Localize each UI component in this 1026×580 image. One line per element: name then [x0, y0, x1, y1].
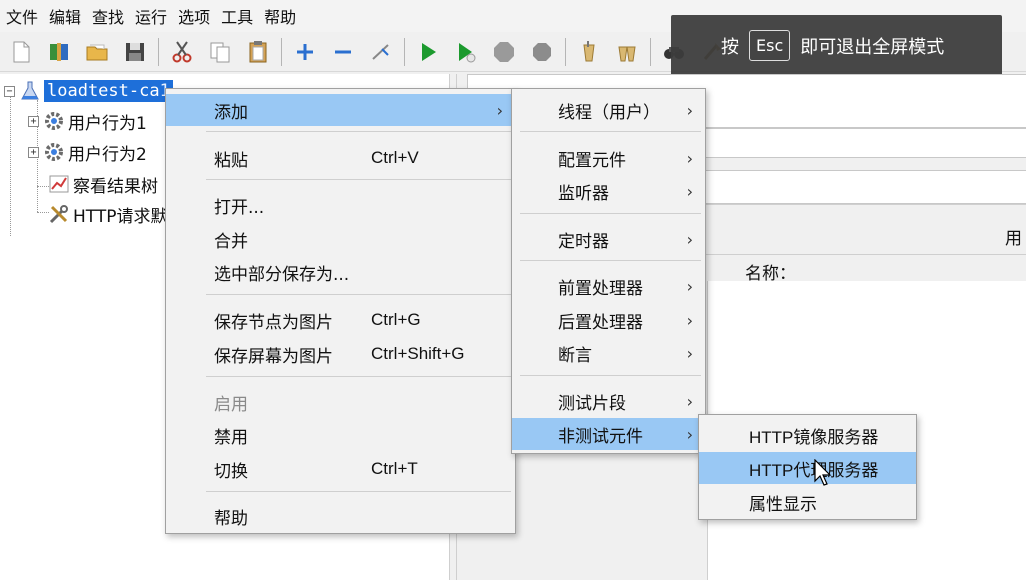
menu-separator: [520, 260, 701, 261]
menu-item-save-node-image[interactable]: 保存节点为图片 Ctrl+G: [166, 304, 515, 336]
esc-key-badge: Esc: [749, 30, 791, 61]
toolbar-separator: [158, 37, 159, 66]
chevron-right-icon: ›: [686, 276, 693, 296]
menu-separator: [206, 131, 511, 132]
menu-tools[interactable]: 工具: [219, 4, 262, 28]
menu-item-non-test-elements[interactable]: 非测试元件 ›: [512, 418, 705, 450]
toolbar-separator: [281, 37, 282, 66]
expand-toggle-icon[interactable]: +: [28, 146, 39, 158]
menu-item-listener[interactable]: 监听器 ›: [512, 175, 705, 207]
menu-separator: [206, 376, 511, 377]
collapse-icon[interactable]: [326, 35, 360, 69]
menu-item-paste[interactable]: 粘贴 Ctrl+V: [166, 142, 515, 174]
expand-toggle-icon[interactable]: +: [28, 115, 39, 127]
chevron-right-icon: ›: [686, 343, 693, 363]
shutdown-icon[interactable]: [525, 35, 559, 69]
tree-node-label: 用户行为1: [68, 113, 147, 134]
menu-item-pre-processor[interactable]: 前置处理器 ›: [512, 270, 705, 302]
start-icon[interactable]: [411, 35, 445, 69]
mouse-cursor-icon: [814, 459, 832, 486]
menu-item-http-proxy-server[interactable]: HTTP代理服务器: [699, 452, 916, 484]
copy-icon[interactable]: [203, 35, 237, 69]
menu-separator: [206, 179, 511, 180]
clear-all-icon[interactable]: [610, 35, 644, 69]
templates-icon[interactable]: [42, 35, 76, 69]
menu-item-toggle[interactable]: 切换 Ctrl+T: [166, 453, 515, 485]
toggle-icon[interactable]: [364, 35, 398, 69]
menu-item-open[interactable]: 打开...: [166, 189, 515, 221]
wrench-icon: [48, 203, 70, 225]
menu-separator: [206, 491, 511, 492]
new-icon[interactable]: [4, 35, 38, 69]
menu-search[interactable]: 查找: [90, 4, 133, 28]
fullscreen-exit-hint: 按 Esc 即可退出全屏模式: [671, 15, 1002, 76]
menu-item-enable: 启用: [214, 394, 248, 415]
toolbar-separator: [565, 37, 566, 66]
clear-icon[interactable]: [572, 35, 606, 69]
tree-node-root-label: loadtest-ca1: [44, 80, 173, 102]
chevron-right-icon: ›: [686, 229, 693, 249]
non-test-elements-submenu: HTTP镜像服务器 HTTP代理服务器 属性显示: [698, 414, 917, 520]
expand-icon[interactable]: [288, 35, 322, 69]
menu-item-http-mirror-server[interactable]: HTTP镜像服务器: [699, 419, 916, 451]
tree-line: [10, 96, 11, 236]
chart-icon: [48, 173, 70, 195]
menu-help[interactable]: 帮助: [262, 4, 305, 28]
save-icon[interactable]: [118, 35, 152, 69]
hint-suffix: 即可退出全屏模式: [800, 36, 945, 58]
menu-item-save-screen-image[interactable]: 保存屏幕为图片 Ctrl+Shift+G: [166, 338, 515, 370]
add-submenu: 线程（用户） › 配置元件 › 监听器 › 定时器 › 前置处理器 › 后置处理器 › 断言…: [511, 88, 706, 454]
menu-item-add[interactable]: 添加 ›: [166, 94, 515, 126]
menu-separator: [520, 375, 701, 376]
menu-edit[interactable]: 编辑: [47, 4, 90, 28]
collapse-toggle-icon[interactable]: −: [4, 85, 15, 97]
chevron-right-icon: ›: [686, 148, 693, 168]
chevron-right-icon: ›: [496, 100, 503, 120]
menu-item-post-processor[interactable]: 后置处理器 ›: [512, 304, 705, 336]
tree-node-thread-group-1[interactable]: + 用户行为1: [28, 108, 147, 134]
menu-item-threads[interactable]: 线程（用户） ›: [512, 94, 705, 126]
paste-icon[interactable]: [241, 35, 275, 69]
menu-item-property-display[interactable]: 属性显示: [699, 486, 916, 518]
toolbar-separator: [404, 37, 405, 66]
menu-item-help[interactable]: 帮助: [166, 500, 515, 532]
gear-icon: [43, 110, 65, 132]
menu-item-config-element[interactable]: 配置元件 ›: [512, 142, 705, 174]
jmeter-window: 文件 编辑 查找 运行 选项 工具 帮助 按 Esc 即可退出全屏模式 − lo…: [0, 0, 1026, 580]
menu-item-test-fragment[interactable]: 测试片段 ›: [512, 385, 705, 417]
menu-run[interactable]: 运行: [133, 4, 176, 28]
gear-icon: [43, 141, 65, 163]
start-no-pause-icon[interactable]: [449, 35, 483, 69]
menu-item-timer[interactable]: 定时器 ›: [512, 223, 705, 255]
tree-node-view-results[interactable]: 察看结果树: [48, 171, 158, 197]
menu-separator: [520, 131, 701, 132]
context-menu: 添加 › 粘贴 Ctrl+V 打开... 合并 选中部分保存为... 保存节点为图片…: [165, 88, 516, 534]
menu-file[interactable]: 文件: [4, 4, 47, 28]
use-label: 用: [1005, 229, 1022, 249]
menu-item-disable[interactable]: 禁用: [166, 419, 515, 451]
menu-item-merge[interactable]: 合并: [166, 223, 515, 255]
chevron-right-icon: ›: [686, 391, 693, 411]
menu-item-assertion[interactable]: 断言 ›: [512, 337, 705, 369]
chevron-right-icon: ›: [686, 100, 693, 120]
chevron-right-icon: ›: [686, 310, 693, 330]
menu-options[interactable]: 选项: [176, 4, 219, 28]
stop-icon[interactable]: [487, 35, 521, 69]
menu-item-save-selection[interactable]: 选中部分保存为...: [166, 256, 515, 288]
tree-node-thread-group-2[interactable]: + 用户行为2: [28, 139, 147, 165]
tree-node-label: 察看结果树: [73, 176, 158, 197]
menu-separator: [206, 294, 511, 295]
cut-icon[interactable]: [165, 35, 199, 69]
test-plan-flask-icon: [19, 80, 41, 102]
chevron-right-icon: ›: [686, 424, 693, 444]
hint-prefix: 按: [721, 36, 739, 58]
chevron-right-icon: ›: [686, 181, 693, 201]
tree-node-label: 用户行为2: [68, 144, 147, 165]
open-icon[interactable]: [80, 35, 114, 69]
toolbar-separator: [650, 37, 651, 66]
menu-separator: [520, 213, 701, 214]
tree-node-root[interactable]: − loadtest-ca1: [4, 78, 173, 104]
